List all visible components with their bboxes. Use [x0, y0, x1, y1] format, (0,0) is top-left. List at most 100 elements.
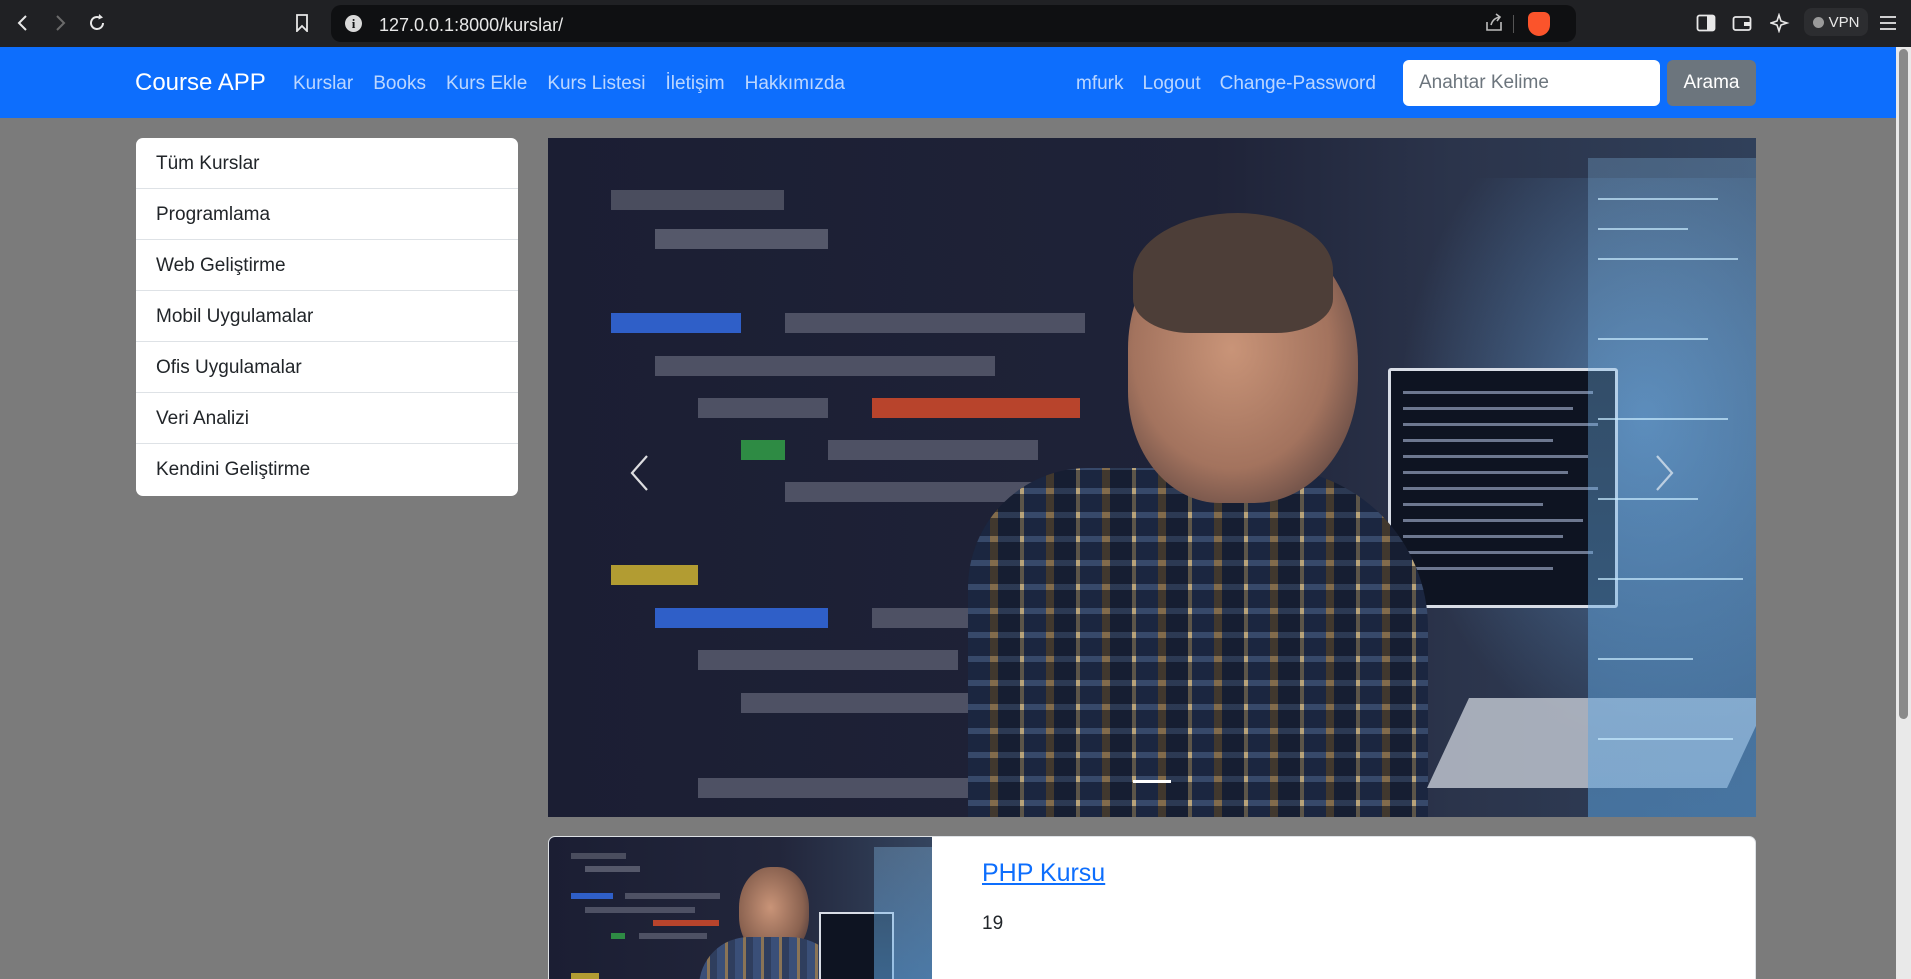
person-hair-decoration — [1133, 213, 1333, 333]
screen-text-line — [1403, 439, 1553, 442]
sidebar-panel-icon — [1696, 14, 1716, 32]
forward-button[interactable] — [43, 6, 77, 40]
screen-text-line — [1403, 391, 1593, 394]
code-line-decoration — [741, 440, 785, 460]
category-list: Tüm Kurslar Programlama Web Geliştirme M… — [136, 138, 518, 496]
sidebar-toggle-button[interactable] — [1689, 6, 1723, 40]
category-item-programlama[interactable]: Programlama — [136, 189, 518, 240]
vpn-status-icon — [1812, 16, 1824, 28]
username-link[interactable]: mfurk — [1076, 73, 1124, 95]
back-icon — [17, 15, 27, 31]
code-line-decoration — [872, 398, 1080, 418]
hamburger-menu-icon — [1880, 16, 1896, 30]
carousel-prev-button[interactable] — [620, 453, 660, 493]
code-line-decoration — [585, 907, 695, 913]
change-password-link[interactable]: Change-Password — [1220, 73, 1376, 95]
carousel-next-button[interactable] — [1644, 453, 1684, 493]
address-separator — [1513, 15, 1514, 33]
code-line-decoration — [611, 565, 698, 585]
course-title-link[interactable]: PHP Kursu — [982, 859, 1105, 888]
page-scrollbar[interactable] — [1896, 47, 1911, 979]
carousel-slide-image — [548, 138, 1756, 817]
nav-link-kurs-ekle[interactable]: Kurs Ekle — [446, 73, 527, 95]
forward-icon — [56, 15, 66, 31]
course-thumbnail[interactable] — [549, 837, 932, 979]
course-card: PHP Kursu 19 — [548, 836, 1756, 979]
screen-text-line — [1403, 407, 1573, 410]
nav-link-hakkimizda[interactable]: Hakkımızda — [745, 73, 845, 95]
logout-link[interactable]: Logout — [1143, 73, 1201, 95]
screen-text-line — [1403, 503, 1543, 506]
screen-text-line — [1403, 423, 1598, 426]
hologram-line — [1598, 658, 1693, 660]
category-item-web-gelistirme[interactable]: Web Geliştirme — [136, 240, 518, 291]
course-count: 19 — [982, 913, 1004, 934]
category-item-mobil-uygulamalar[interactable]: Mobil Uygulamalar — [136, 291, 518, 342]
site-info-icon[interactable]: i — [345, 15, 362, 32]
nav-link-kurs-listesi[interactable]: Kurs Listesi — [547, 73, 645, 95]
code-line-decoration — [611, 933, 625, 939]
hologram-line — [1598, 258, 1738, 260]
carousel-indicator[interactable] — [1133, 780, 1171, 783]
code-line-decoration — [585, 866, 640, 872]
share-icon[interactable] — [1484, 13, 1504, 33]
hologram-line — [1598, 738, 1733, 740]
code-line-decoration — [571, 893, 613, 899]
brand-link[interactable]: Course APP — [135, 69, 266, 97]
wallet-button[interactable] — [1725, 6, 1759, 40]
url-text[interactable]: 127.0.0.1:8000/kurslar/ — [379, 15, 563, 36]
category-item-ofis-uygulamalar[interactable]: Ofis Uygulamalar — [136, 342, 518, 393]
nav-link-kurslar[interactable]: Kurslar — [293, 73, 353, 95]
bookmark-icon — [296, 14, 308, 32]
image-carousel — [548, 138, 1756, 817]
code-line-decoration — [655, 229, 828, 249]
scrollbar-thumb[interactable] — [1899, 49, 1908, 719]
category-item-kendini-gelistirme[interactable]: Kendini Geliştirme — [136, 444, 518, 495]
code-line-decoration — [655, 608, 828, 628]
code-line-decoration — [571, 853, 626, 859]
hologram-line — [1598, 578, 1743, 580]
chevron-right-icon — [1656, 455, 1674, 491]
category-item-tum-kurslar[interactable]: Tüm Kurslar — [136, 138, 518, 189]
chevron-left-icon — [630, 455, 648, 491]
screen-text-line — [1403, 487, 1598, 490]
reload-button[interactable] — [80, 6, 114, 40]
brave-shield-icon[interactable] — [1528, 12, 1550, 36]
code-line-decoration — [571, 973, 599, 979]
user-links: mfurk Logout Change-Password — [1076, 73, 1376, 95]
nav-link-books[interactable]: Books — [373, 73, 426, 95]
category-item-veri-analizi[interactable]: Veri Analizi — [136, 393, 518, 444]
search-button[interactable]: Arama — [1667, 60, 1756, 106]
hologram-panel-decoration — [874, 847, 932, 979]
hologram-line — [1598, 418, 1728, 420]
search-input[interactable] — [1403, 60, 1660, 106]
person-shirt-decoration — [968, 468, 1428, 817]
wallet-icon — [1732, 16, 1752, 31]
code-line-decoration — [625, 893, 720, 899]
screen-text-line — [1403, 567, 1553, 570]
bookmark-button[interactable] — [285, 6, 319, 40]
code-line-decoration — [655, 356, 995, 376]
hologram-line — [1598, 198, 1718, 200]
hologram-line — [1598, 338, 1708, 340]
screen-text-line — [1403, 519, 1583, 522]
screen-text-line — [1403, 551, 1593, 554]
vpn-button[interactable]: VPN — [1804, 8, 1868, 36]
nav-link-iletisim[interactable]: İletişim — [666, 73, 725, 95]
code-line-decoration — [785, 313, 1085, 333]
reload-icon — [90, 14, 104, 30]
vpn-label: VPN — [1828, 13, 1860, 31]
hologram-line — [1598, 228, 1688, 230]
screen-text-line — [1403, 455, 1588, 458]
browser-toolbar: i 127.0.0.1:8000/kurslar/ VPN — [0, 0, 1911, 47]
nav-links: Kurslar Books Kurs Ekle Kurs Listesi İle… — [293, 73, 845, 95]
code-line-decoration — [653, 920, 719, 926]
main-navbar: Course APP Kurslar Books Kurs Ekle Kurs … — [0, 47, 1896, 118]
code-line-decoration — [611, 313, 741, 333]
address-bar[interactable]: i 127.0.0.1:8000/kurslar/ — [331, 5, 1576, 42]
browser-menu-button[interactable] — [1871, 6, 1905, 40]
back-button[interactable] — [6, 6, 40, 40]
leo-ai-button[interactable] — [1763, 6, 1797, 40]
screen-text-line — [1403, 535, 1563, 538]
hologram-line — [1598, 498, 1698, 500]
